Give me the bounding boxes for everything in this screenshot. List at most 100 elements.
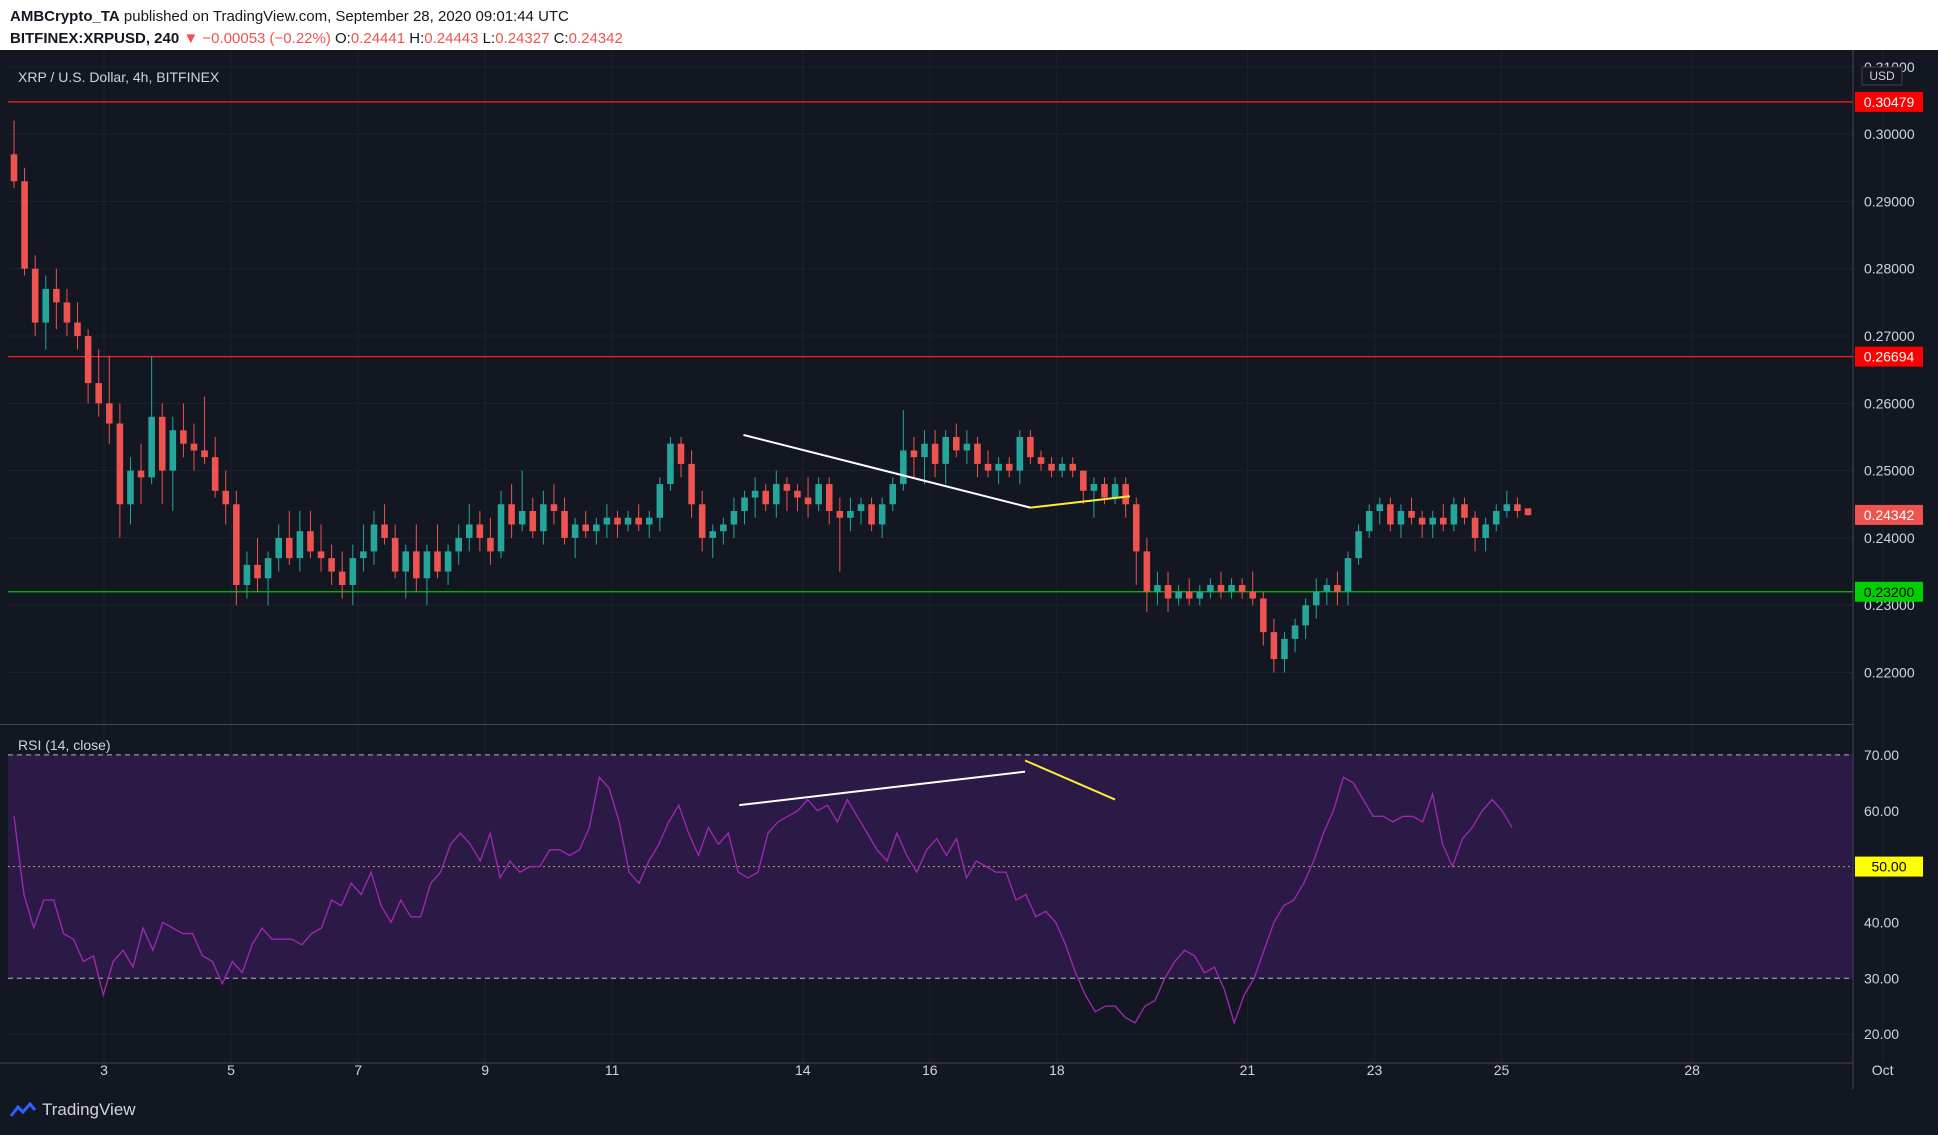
chart-title: XRP / U.S. Dollar, 4h, BITFINEX [18,69,220,85]
candle-body [910,450,918,458]
candle-body [624,517,632,525]
candle-body [857,504,865,512]
candle-body [285,537,293,559]
high-label: H: [409,30,425,47]
candle-body [169,430,177,471]
price-badge-label: 0.24342 [1864,507,1915,523]
candle-body [1132,504,1140,552]
candle-body [1334,585,1341,592]
candle-body [762,490,769,505]
time-tick-label: 9 [481,1062,489,1078]
candle-body [275,537,282,559]
rsi-title: RSI (14, close) [18,737,111,753]
price-tick-label: 0.24000 [1864,530,1915,546]
price-tick-label: 0.25000 [1864,463,1915,479]
candle-body [1238,585,1246,592]
candle-body [995,463,1002,471]
change-value: ▼ −0.00053 (−0.22%) [183,30,331,47]
candle-body [952,436,960,451]
candle-body [868,504,875,525]
candle-body [1037,457,1045,464]
candle-body [296,531,304,559]
candle-body [540,504,547,532]
candle-body [84,336,92,384]
candle-body [847,511,854,518]
candle-body [921,443,928,458]
candle-body [1450,504,1458,525]
chart-canvas[interactable]: 0.310000.300000.290000.280000.270000.260… [0,50,1938,1089]
candle-body [465,524,473,538]
rsi-tick-label: 20.00 [1864,1026,1899,1042]
rsi-tick-label: 70.00 [1864,747,1899,763]
candle-body [1302,605,1309,626]
candle-body [635,517,642,525]
candle-body [1408,511,1415,518]
candle-body [328,558,335,572]
candle-body [1048,463,1055,471]
candle-body [1016,436,1024,471]
candle-body [10,154,18,182]
pane-titles: XRP / U.S. Dollar, 4h, BITFINEX RSI (14,… [18,69,1895,753]
candle-body [423,551,431,579]
candle-body [773,484,780,505]
candle-body [603,517,611,525]
candle-body [741,497,748,512]
candle-body [720,524,727,532]
candle-body [307,531,314,552]
candle-body [730,511,738,525]
price-tick-label: 0.28000 [1864,261,1915,277]
rsi-tick-label: 30.00 [1864,970,1899,986]
publish-line: AMBCrypto_TA published on TradingView.co… [10,8,569,25]
tradingview-logo[interactable]: TradingView [10,1100,136,1120]
candle-body [1196,591,1204,599]
candle-body [1217,585,1225,592]
candle-body [614,517,621,525]
price-badge-label: 50.00 [1871,859,1906,875]
candle-body [1122,484,1129,505]
candle-body [1429,517,1436,525]
candle-body [254,564,261,579]
time-tick-label: 25 [1494,1062,1510,1078]
candle-body [1344,558,1352,592]
candle-body [1143,551,1151,592]
candle-body [582,524,590,532]
time-tick-label: 21 [1240,1062,1256,1078]
price-tick-label: 0.26000 [1864,395,1915,411]
candle-body [190,443,198,451]
candle-body [1260,598,1267,633]
candle-body [497,504,505,552]
time-tick-label: 14 [795,1062,811,1078]
time-tick-label: 5 [227,1062,235,1078]
candlestick-series [10,120,1532,673]
candle-body [709,531,717,538]
candle-body [1312,591,1320,606]
candle-body [106,403,113,424]
candle-body [825,484,833,512]
candle-body [836,511,844,518]
candle-body [211,457,219,491]
candle-body [698,504,706,538]
close-label: C: [553,30,569,47]
candle-body [413,551,420,579]
candle-body [381,524,388,538]
low-value: 0.24327 [495,30,550,47]
published-text: published on TradingView.com, September … [119,8,569,25]
candle-body [1471,517,1479,538]
candle-body [529,511,537,532]
candle-body [677,443,685,464]
price-levels [8,101,1853,593]
time-tick-label: Oct [1872,1062,1894,1078]
candle-body [338,571,346,586]
candle-body [1175,591,1182,599]
brand-name: TradingView [42,1100,136,1119]
candle-body [444,551,452,572]
candle-body [1365,511,1373,532]
candle-body [31,268,39,323]
candle-body [1228,585,1235,592]
candle-body [1111,484,1119,498]
candle-body [222,490,230,505]
candle-body [74,322,81,337]
candle-body [1027,436,1034,458]
publisher-name[interactable]: AMBCrypto_TA [10,8,120,25]
candle-body [1461,504,1468,518]
